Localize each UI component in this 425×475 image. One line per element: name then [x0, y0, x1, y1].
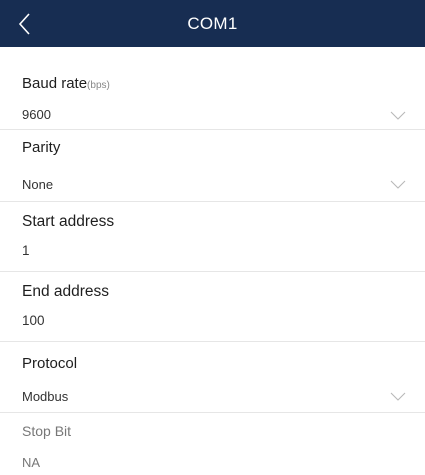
- chevron-down-icon[interactable]: [390, 392, 406, 402]
- baud-rate-label: Baud rate: [22, 75, 88, 92]
- chevron-down-icon[interactable]: [390, 180, 406, 190]
- end-address-row[interactable]: End address 100: [0, 272, 425, 341]
- parity-row[interactable]: Parity None: [0, 130, 425, 201]
- protocol-row[interactable]: Protocol Modbus: [0, 342, 425, 412]
- header-bar: COM1: [0, 0, 425, 47]
- stop-bit-value: NA: [22, 455, 41, 470]
- end-address-value[interactable]: 100: [22, 313, 45, 329]
- parity-value[interactable]: None: [22, 177, 53, 193]
- baud-rate-label-wrap: Baud rate(bps): [22, 75, 110, 95]
- end-address-label: End address: [22, 283, 110, 300]
- start-address-value[interactable]: 1: [22, 243, 30, 259]
- baud-rate-row[interactable]: Baud rate(bps) 9600: [0, 47, 425, 129]
- protocol-label: Protocol: [22, 355, 78, 372]
- page-title: COM1: [187, 13, 238, 33]
- start-address-row[interactable]: Start address 1: [0, 202, 425, 271]
- parity-label: Parity: [22, 139, 61, 156]
- chevron-left-icon: [18, 13, 30, 35]
- chevron-down-icon[interactable]: [390, 111, 406, 121]
- back-button[interactable]: [14, 10, 38, 38]
- baud-rate-unit: (bps): [87, 80, 110, 91]
- stop-bit-label: Stop Bit: [22, 423, 72, 439]
- settings-list: Baud rate(bps) 9600 Parity None Start ad…: [0, 47, 425, 475]
- protocol-value[interactable]: Modbus: [22, 389, 68, 405]
- baud-rate-value[interactable]: 9600: [22, 107, 51, 123]
- start-address-label: Start address: [22, 213, 115, 230]
- stop-bit-row: Stop Bit NA: [0, 413, 425, 475]
